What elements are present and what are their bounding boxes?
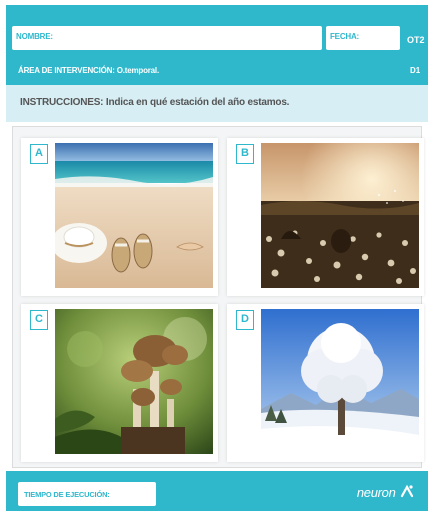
option-card-c[interactable]: C — [21, 304, 218, 462]
snowy-tree-winter-photo — [261, 309, 419, 454]
instructions-bar: INSTRUCCIONES: Indica en qué estación de… — [6, 85, 428, 122]
area-label: ÁREA DE INTERVENCIÓN: O.temporal. — [18, 66, 159, 75]
option-card-b[interactable]: B — [227, 138, 424, 296]
mushrooms-autumn-photo — [55, 309, 213, 454]
level-code: D1 — [410, 66, 421, 75]
execution-time-label: TIEMPO DE EJECUCIÓN: — [24, 490, 110, 499]
name-field[interactable]: NOMBRE: — [12, 26, 322, 50]
execution-time-field[interactable]: TIEMPO DE EJECUCIÓN: — [18, 482, 156, 506]
option-letter-c: C — [30, 310, 48, 330]
instructions-text: INSTRUCCIONES: Indica en qué estación de… — [20, 97, 290, 108]
name-label: NOMBRE: — [16, 32, 53, 41]
date-label: FECHA: — [330, 32, 360, 41]
logo-text: neuron — [356, 485, 396, 500]
options-area: A B C D — [12, 126, 424, 468]
option-card-d[interactable]: D — [227, 304, 424, 462]
option-letter-d: D — [236, 310, 254, 330]
dandelion-field-spring-photo — [261, 143, 419, 288]
worksheet-code: OT2 — [407, 35, 425, 45]
logo-mark-icon — [400, 484, 414, 498]
date-field[interactable]: FECHA: — [326, 26, 400, 50]
beach-summer-photo — [55, 143, 213, 288]
neuron-logo: neuron — [357, 484, 414, 502]
option-letter-a: A — [30, 144, 48, 164]
option-letter-b: B — [236, 144, 254, 164]
worksheet-header: NOMBRE: FECHA: OT2 ÁREA DE INTERVENCIÓN:… — [6, 5, 428, 85]
worksheet-footer: TIEMPO DE EJECUCIÓN: neuron — [6, 471, 428, 511]
option-card-a[interactable]: A — [21, 138, 218, 296]
